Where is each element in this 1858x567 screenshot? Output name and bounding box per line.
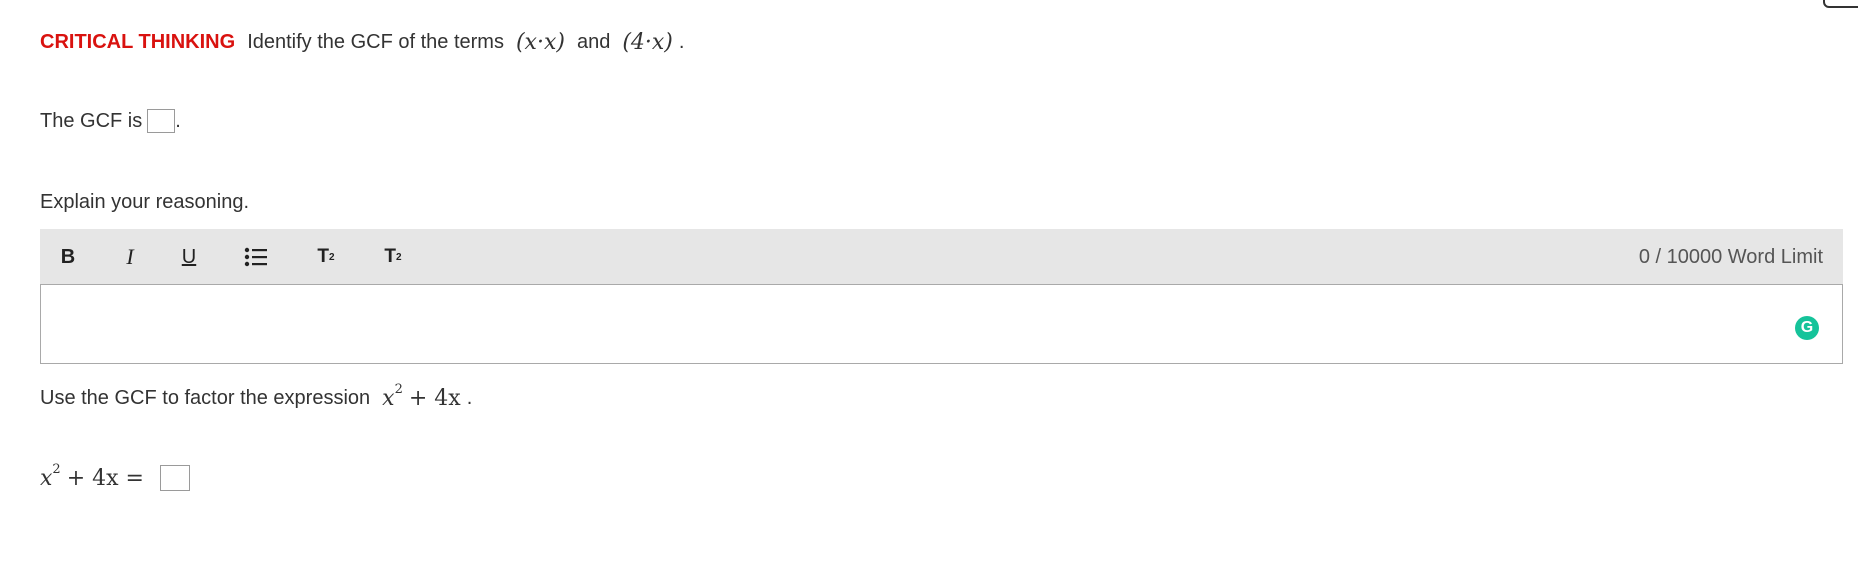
term-2: (4·x)	[622, 29, 673, 55]
term-connector: and	[576, 30, 611, 53]
grammarly-icon[interactable]: G	[1795, 316, 1819, 340]
question-2: Use the GCF to factor the expression x2 …	[40, 380, 472, 416]
question-1-prompt: Identify the GCF of the terms	[247, 30, 504, 53]
subscript-mark: 2	[396, 251, 402, 263]
superscript-button[interactable]: T2	[312, 229, 340, 285]
question-1: CRITICAL THINKING Identify the GCF of th…	[40, 24, 684, 60]
bulleted-list-icon	[244, 247, 267, 267]
gcf-answer-input[interactable]	[147, 109, 176, 133]
question-2-period: .	[466, 386, 473, 409]
expression-rest: + 4x	[408, 385, 461, 411]
bulleted-list-button[interactable]	[243, 229, 269, 285]
equation-line: x2 + 4x =	[40, 460, 190, 496]
question-2-prompt: Use the GCF to factor the expression	[40, 386, 371, 409]
gcf-line: The GCF is .	[40, 103, 181, 139]
superscript-mark: 2	[329, 251, 335, 263]
gcf-label: The GCF is	[40, 109, 143, 132]
term-1: (x·x)	[515, 29, 565, 55]
word-limit-counter: 0 / 10000 Word Limit	[1638, 245, 1823, 268]
explanation-textarea[interactable]	[40, 284, 1843, 364]
corner-tab[interactable]	[1823, 0, 1858, 8]
equation-lhs-base: x	[40, 465, 53, 491]
expression-base: x	[382, 385, 395, 411]
question-1-period: .	[678, 30, 685, 53]
subscript-base: T	[384, 246, 397, 267]
italic-button[interactable]: I	[119, 229, 141, 285]
equation-lhs-rest: + 4x =	[66, 465, 144, 491]
factored-answer-input[interactable]	[159, 465, 190, 491]
explain-prompt: Explain your reasoning.	[40, 190, 250, 213]
editor-toolbar: B I U T2 T2 0 / 10000 Word Limit	[40, 229, 1843, 288]
expression-exponent: 2	[394, 381, 403, 397]
bold-button[interactable]: B	[57, 229, 79, 285]
gcf-period: .	[175, 109, 181, 132]
underline-button[interactable]: U	[178, 229, 200, 285]
equation-lhs-exponent: 2	[52, 461, 61, 477]
subscript-button[interactable]: T2	[379, 229, 407, 285]
superscript-base: T	[317, 246, 330, 267]
critical-thinking-label: CRITICAL THINKING	[40, 30, 236, 53]
